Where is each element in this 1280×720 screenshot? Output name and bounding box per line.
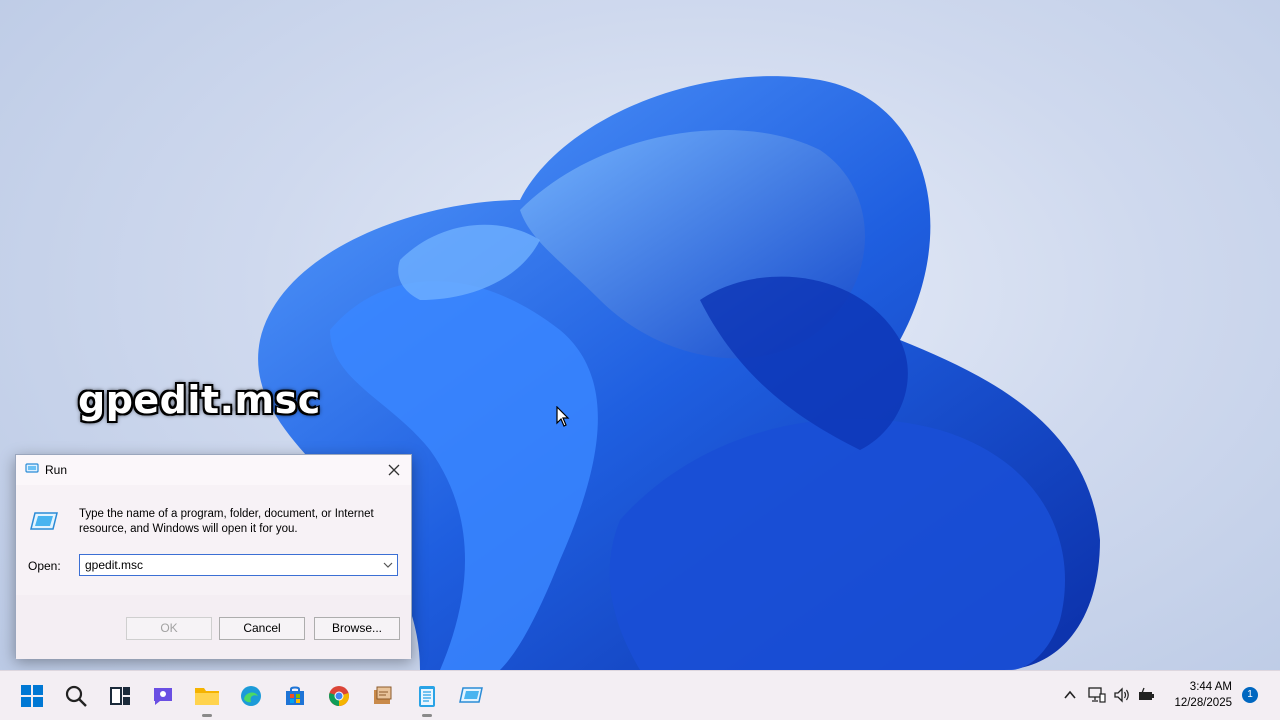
chevron-up-icon <box>1064 690 1076 699</box>
mouse-cursor-icon <box>556 406 570 427</box>
run-app-icon <box>25 463 39 473</box>
app-icon <box>374 686 392 704</box>
run-app-icon <box>459 687 483 703</box>
taskbar-clock[interactable]: 3:44 AM 12/28/2025 <box>1174 679 1232 711</box>
chrome-icon <box>329 686 349 706</box>
notepad-icon <box>419 686 435 707</box>
store-icon <box>286 686 304 705</box>
network-button[interactable] <box>1086 684 1108 706</box>
chat-button[interactable] <box>148 681 178 711</box>
run-body: Type the name of a program, folder, docu… <box>16 485 411 595</box>
tray-overflow-button[interactable] <box>1059 684 1081 706</box>
run-titlebar[interactable]: Run <box>16 455 411 485</box>
clock-time: 3:44 AM <box>1189 681 1232 693</box>
battery-button[interactable] <box>1136 684 1158 706</box>
start-icon <box>21 685 43 707</box>
file-explorer-icon <box>195 688 219 705</box>
notepad-button[interactable] <box>412 681 442 717</box>
chevron-down-icon[interactable] <box>383 560 393 570</box>
run-taskbar-button[interactable] <box>456 681 486 711</box>
run-program-icon <box>30 512 58 530</box>
start-button[interactable] <box>17 681 47 711</box>
open-input[interactable] <box>80 555 375 575</box>
notification-badge[interactable]: 1 <box>1242 687 1258 703</box>
chrome-button[interactable] <box>324 681 354 711</box>
task-view-button[interactable] <box>105 681 135 711</box>
store-button[interactable] <box>280 681 310 711</box>
edge-button[interactable] <box>236 681 266 711</box>
volume-button[interactable] <box>1111 684 1133 706</box>
search-button[interactable] <box>61 681 91 711</box>
run-title: Run <box>45 463 68 477</box>
task-view-icon <box>110 687 130 705</box>
close-icon <box>388 464 400 476</box>
app-button[interactable] <box>368 681 398 711</box>
cancel-button[interactable]: Cancel <box>219 617 305 640</box>
clock-date: 12/28/2025 <box>1174 697 1232 709</box>
file-explorer-button[interactable] <box>192 681 222 717</box>
run-description: Type the name of a program, folder, docu… <box>79 508 374 535</box>
chat-icon <box>154 688 172 705</box>
open-combobox[interactable] <box>79 554 398 576</box>
search-icon <box>65 685 87 707</box>
taskbar: 3:44 AM 12/28/2025 1 <box>0 670 1280 720</box>
battery-icon <box>1139 687 1154 700</box>
edge-icon <box>241 686 261 706</box>
browse-button[interactable]: Browse... <box>314 617 400 640</box>
run-dialog: Run Type the name of a program, folder, … <box>15 454 412 659</box>
run-footer: OK Cancel Browse... <box>16 595 411 659</box>
network-icon <box>1088 687 1106 703</box>
close-button[interactable] <box>383 459 405 481</box>
open-label: Open: <box>28 559 61 573</box>
caption-overlay: gpedit.msc <box>78 378 321 422</box>
ok-button[interactable]: OK <box>126 617 212 640</box>
volume-icon <box>1114 687 1129 703</box>
